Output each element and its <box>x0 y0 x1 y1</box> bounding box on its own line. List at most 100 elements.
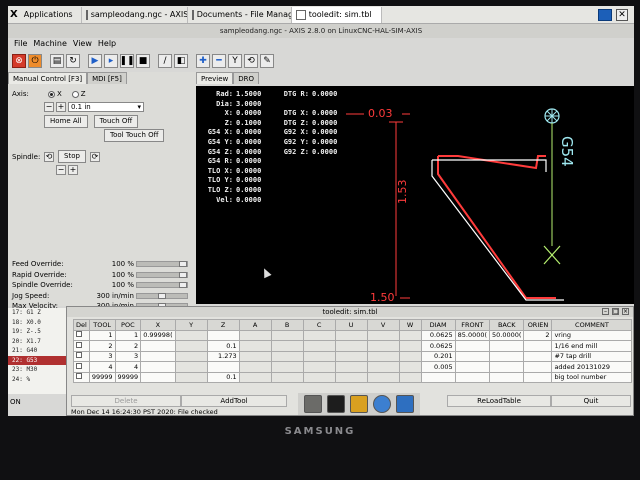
gcode-line[interactable]: 20: X1.7 <box>8 337 68 347</box>
text-editor-icon[interactable] <box>350 395 368 413</box>
table-cell[interactable]: 85.0000( <box>454 329 491 341</box>
tab-mdi[interactable]: MDI [F5] <box>87 72 127 84</box>
table-cell[interactable] <box>140 361 176 373</box>
block-delete-icon[interactable]: / <box>158 54 172 68</box>
column-header[interactable]: COMMENT <box>551 319 633 331</box>
table-cell[interactable] <box>140 371 176 383</box>
spindle-faster-button[interactable]: + <box>68 165 78 175</box>
minimize-icon[interactable]: – <box>602 308 609 315</box>
table-row[interactable]: 3 3 1.273 0.201 #7 tap drill <box>73 350 633 362</box>
override-slider[interactable] <box>136 282 188 288</box>
table-cell[interactable] <box>302 371 336 383</box>
column-header[interactable]: Y <box>174 319 208 331</box>
column-header[interactable]: POC <box>114 319 142 331</box>
spindle-stop-button[interactable]: Stop <box>58 150 86 163</box>
gcode-line[interactable]: 24: % <box>8 375 68 385</box>
table-cell[interactable] <box>454 361 491 373</box>
table-cell[interactable]: 1.273 <box>206 350 240 362</box>
delete-checkbox[interactable] <box>76 362 82 369</box>
delete-checkbox-cell[interactable] <box>73 361 90 373</box>
spindle-slower-button[interactable]: − <box>56 165 66 175</box>
zoom-in-icon[interactable]: ✚ <box>196 54 210 68</box>
estop-icon[interactable]: ⊗ <box>12 54 26 68</box>
optional-stop-icon[interactable]: ◧ <box>174 54 188 68</box>
table-cell[interactable] <box>489 350 525 362</box>
add-tool-button[interactable]: AddTool <box>181 395 287 407</box>
table-cell[interactable] <box>366 371 400 383</box>
table-cell[interactable] <box>523 340 553 352</box>
table-cell[interactable]: 2 <box>523 329 553 341</box>
toolpath-preview[interactable]: 0.03 1.53 1.50 G54 Rad: 1.5000 DTG R: 0.… <box>196 86 634 304</box>
spindle-cw-icon[interactable]: ⟳ <box>89 151 100 162</box>
table-cell[interactable]: 0.201 <box>420 350 456 362</box>
jog-minus-button[interactable]: − <box>44 102 54 112</box>
close-icon[interactable]: × <box>622 308 629 315</box>
table-cell[interactable] <box>206 361 240 373</box>
table-cell[interactable] <box>334 329 368 341</box>
column-header[interactable]: Z <box>206 319 240 331</box>
table-cell[interactable] <box>489 361 525 373</box>
table-cell[interactable] <box>174 371 208 383</box>
table-cell[interactable]: #7 tap drill <box>551 350 633 362</box>
close-icon[interactable]: ✕ <box>616 8 628 21</box>
column-header[interactable]: FRONT <box>454 319 491 331</box>
column-header[interactable]: C <box>302 319 336 331</box>
table-cell[interactable]: 0.0625 <box>420 329 456 341</box>
table-cell[interactable] <box>398 350 422 362</box>
table-cell[interactable] <box>366 340 400 352</box>
table-cell[interactable] <box>334 361 368 373</box>
table-row[interactable]: 4 4 0.005 added 20131029 <box>73 361 633 373</box>
taskbar-item-file-manager[interactable]: Documents - File Manager <box>188 6 292 23</box>
table-cell[interactable]: 0.1 <box>206 340 240 352</box>
menu-machine[interactable]: Machine <box>33 38 67 50</box>
table-cell[interactable] <box>489 371 525 383</box>
slider-thumb[interactable] <box>179 282 187 288</box>
table-cell[interactable] <box>302 350 336 362</box>
table-cell[interactable] <box>206 329 240 341</box>
show-desktop-icon[interactable] <box>304 395 322 413</box>
table-cell[interactable] <box>398 329 422 341</box>
table-cell[interactable] <box>454 350 491 362</box>
delete-button[interactable]: Delete <box>71 395 181 407</box>
applications-menu[interactable]: Applications <box>20 6 82 23</box>
terminal-icon[interactable] <box>327 395 345 413</box>
table-row[interactable]: 1 1 0.99998(0.0625 85.0000(50.0000(2 vring <box>73 329 633 341</box>
pause-icon[interactable]: ❚❚ <box>119 54 135 68</box>
delete-checkbox-cell[interactable] <box>73 340 90 352</box>
override-slider[interactable] <box>136 271 188 278</box>
xfce-logo-icon[interactable]: X <box>10 9 18 20</box>
menu-file[interactable]: File <box>14 38 27 50</box>
table-cell[interactable] <box>270 371 304 383</box>
table-cell[interactable] <box>270 340 304 352</box>
web-browser-icon[interactable] <box>373 395 391 413</box>
slider-thumb[interactable] <box>158 292 166 299</box>
table-cell[interactable] <box>238 371 272 383</box>
gcode-line[interactable]: 17: G1 Z <box>8 308 68 318</box>
table-cell[interactable]: 50.0000( <box>489 329 525 341</box>
table-cell[interactable]: 99999 <box>114 371 142 383</box>
table-cell[interactable] <box>454 371 491 383</box>
axis-z-radio[interactable] <box>71 90 79 98</box>
gcode-line[interactable]: 21: G40 <box>8 346 68 356</box>
taskbar-item-tooledit[interactable]: tooledit: sim.tbl <box>291 6 382 23</box>
table-cell[interactable]: 2 <box>88 340 116 352</box>
table-cell[interactable]: vring <box>551 329 633 341</box>
taskbar-item-axis[interactable]: sampleodang.ngc - AXIS... <box>82 6 188 23</box>
column-header[interactable]: X <box>140 319 176 331</box>
table-cell[interactable] <box>523 371 553 383</box>
table-cell[interactable] <box>366 350 400 362</box>
gcode-line[interactable]: 23: M30 <box>8 365 68 375</box>
gcode-line[interactable]: 22: G53 <box>8 355 68 365</box>
table-cell[interactable] <box>238 350 272 362</box>
table-cell[interactable] <box>238 329 272 341</box>
table-cell[interactable]: 0.1 <box>206 371 240 383</box>
delete-checkbox-cell[interactable] <box>73 371 90 383</box>
run-icon[interactable]: ▶ <box>88 54 102 68</box>
tool-touch-off-button[interactable]: Tool Touch Off <box>104 129 165 142</box>
column-header[interactable]: DIAM <box>420 319 456 331</box>
zoom-out-icon[interactable]: ━ <box>212 54 226 68</box>
table-cell[interactable] <box>398 371 422 383</box>
tab-dro[interactable]: DRO <box>233 72 260 84</box>
table-cell[interactable] <box>140 350 176 362</box>
table-cell[interactable] <box>174 340 208 352</box>
